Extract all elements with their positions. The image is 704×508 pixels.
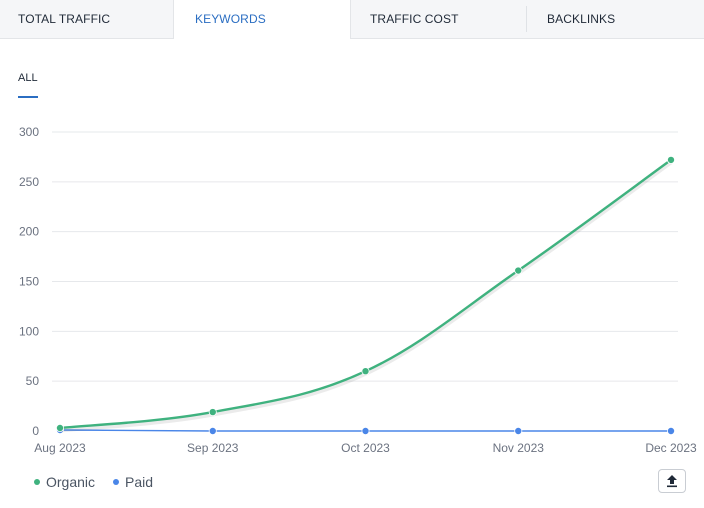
y-tick-label: 150 [19, 275, 39, 289]
data-point-paid [361, 426, 370, 435]
legend-label-paid: Paid [125, 474, 154, 490]
y-tick-label: 50 [26, 374, 40, 388]
x-tick-label: Nov 2023 [493, 441, 545, 455]
legend-item-organic[interactable]: Organic [34, 474, 95, 490]
y-tick-label: 300 [19, 125, 39, 139]
legend-marker-organic [34, 479, 40, 485]
legend-label-organic: Organic [46, 474, 96, 490]
data-point-organic [514, 266, 523, 275]
y-tick-label: 0 [32, 424, 39, 438]
y-tick-label: 100 [19, 324, 39, 338]
legend-marker-paid [113, 479, 120, 485]
data-point-paid [208, 426, 217, 435]
data-point-paid [514, 426, 523, 435]
export-button[interactable] [658, 469, 686, 493]
legend-item-paid[interactable]: Paid [113, 474, 153, 490]
data-point-organic [208, 408, 217, 417]
x-tick-label: Dec 2023 [645, 441, 697, 455]
keywords-line-chart: 0 50 100 150 200 250 300 Aug 2023 Sep 2023 Oct 20… [19, 125, 697, 455]
y-tick-label: 200 [19, 225, 39, 239]
upload-icon [667, 475, 677, 488]
series-line-organic [59, 158, 672, 430]
x-tick-label: Aug 2023 [34, 441, 86, 455]
data-point-organic [667, 155, 676, 164]
chart-legend: Organic Paid [34, 474, 153, 490]
x-tick-label: Oct 2023 [341, 441, 390, 455]
data-point-organic [56, 424, 65, 433]
data-point-organic [361, 367, 370, 376]
x-tick-label: Sep 2023 [187, 441, 239, 455]
series-line-shadow-organic [59, 159, 673, 433]
data-point-paid [667, 426, 676, 435]
y-tick-label: 250 [19, 175, 39, 189]
